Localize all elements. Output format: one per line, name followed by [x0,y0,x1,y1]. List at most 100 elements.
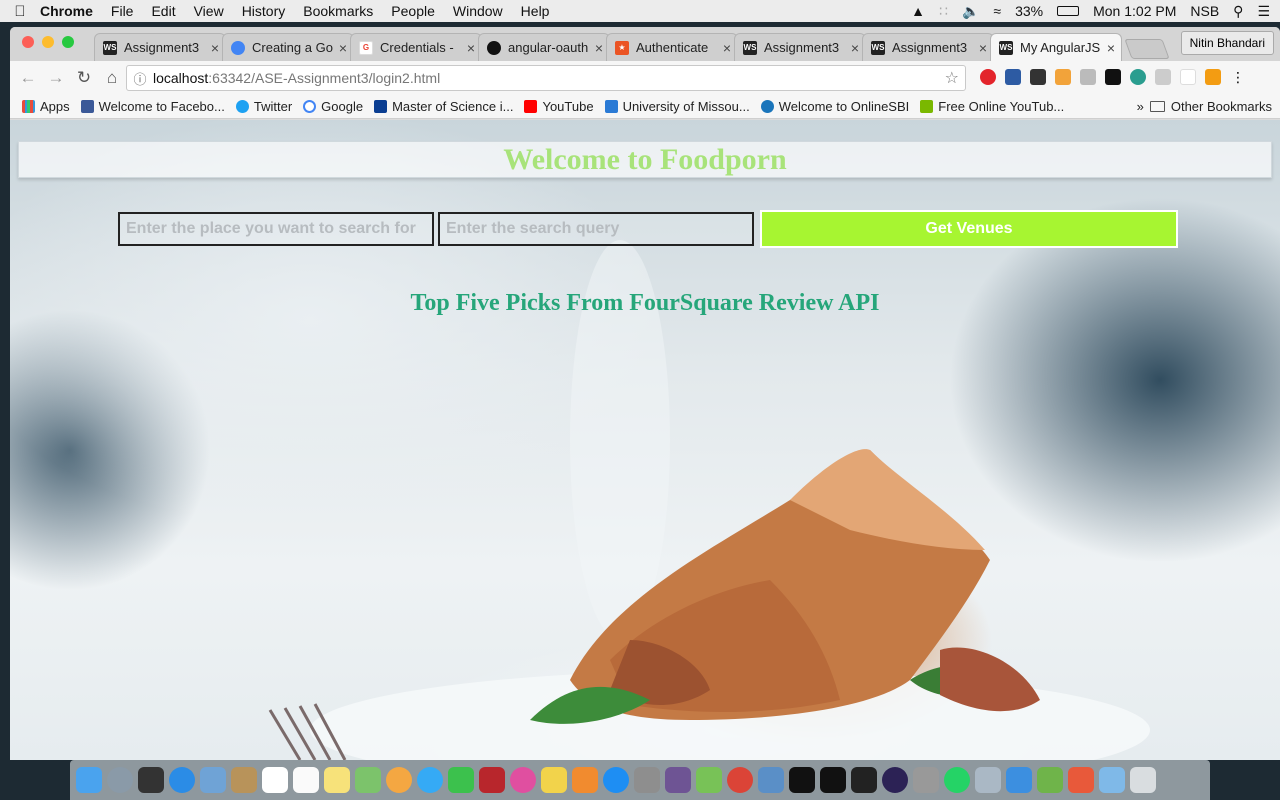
volume-icon[interactable]: 🔈 [962,3,979,20]
menu-help[interactable]: Help [521,3,550,19]
close-tab-icon[interactable]: × [211,40,219,56]
back-arrow-icon[interactable]: ← [14,68,42,88]
bluetooth-icon[interactable]: ∷ [939,3,948,20]
zotero-extension-icon[interactable] [1005,69,1021,85]
bookmark-master-of-science[interactable]: Master of Science i... [374,99,513,114]
home-icon[interactable]: ⌂ [98,68,126,88]
bookmark-star-icon[interactable]: ☆ [945,68,959,88]
other-bookmarks[interactable]: » Other Bookmarks [1137,99,1272,114]
webstorm-dock-icon[interactable] [820,767,846,793]
menu-file[interactable]: File [111,3,134,19]
menu-window[interactable]: Window [453,3,503,19]
wifi-icon[interactable]: ≈ [993,3,1001,19]
bookmark-twitter[interactable]: Twitter [235,99,292,114]
terminal-icon[interactable] [851,767,877,793]
menu-history[interactable]: History [242,3,286,19]
tab-active[interactable]: WS My AngularJS × [990,33,1122,61]
facetime-icon[interactable] [448,767,474,793]
ebay-extension-icon[interactable] [1180,69,1196,85]
place-search-input[interactable] [118,212,434,246]
bookmark-google[interactable]: Google [303,99,363,114]
archive-icon[interactable] [1037,767,1063,793]
get-venues-button[interactable]: Get Venues [760,210,1178,248]
stickies-icon[interactable] [541,767,567,793]
close-tab-icon[interactable]: × [979,40,987,56]
d-extension-icon[interactable] [1030,69,1046,85]
system-preferences-icon[interactable] [634,767,660,793]
close-tab-icon[interactable]: × [1107,40,1115,56]
photo-booth-icon[interactable] [479,767,505,793]
tab[interactable]: angular-oauth × [478,33,610,61]
badge-extension-icon[interactable] [1105,69,1121,85]
paint-icon[interactable] [1068,767,1094,793]
intellij-icon[interactable] [789,767,815,793]
bookmark-youtube[interactable]: YouTube [524,99,594,114]
preview-icon[interactable] [200,767,226,793]
close-tab-icon[interactable]: × [467,40,475,56]
close-tab-icon[interactable]: × [851,40,859,56]
spotlight-search-icon[interactable]: ⚲ [1233,3,1243,20]
downloads-folder-icon[interactable] [1099,767,1125,793]
chevron-right-icon[interactable]: » [1137,99,1144,114]
minimize-window-button[interactable] [42,36,54,48]
zoom-window-button[interactable] [62,36,74,48]
eclipse-icon[interactable] [882,767,908,793]
opera-extension-icon[interactable] [980,69,996,85]
image-capture-icon[interactable] [975,767,1001,793]
photos-icon[interactable] [386,767,412,793]
tab[interactable]: WS Assignment3 × [862,33,994,61]
address-bar[interactable]: ⓘ localhost:63342/ASE-Assignment3/login2… [126,65,966,91]
tab[interactable]: WS Assignment3 × [734,33,866,61]
orange-extension-icon[interactable] [1205,69,1221,85]
search-extension-icon[interactable] [1130,69,1146,85]
app-store-icon[interactable] [603,767,629,793]
forward-arrow-icon[interactable]: → [42,68,70,88]
menu-dots-icon[interactable]: ⋮ [1230,69,1246,85]
tab[interactable]: ★ Authenticate × [606,33,738,61]
user-name[interactable]: NSB [1190,3,1219,19]
notes-icon[interactable] [324,767,350,793]
menu-app-name[interactable]: Chrome [40,3,93,19]
xcode-icon[interactable] [1006,767,1032,793]
chrome-icon[interactable] [727,767,753,793]
tab[interactable]: WS Assignment3 × [94,33,226,61]
github-desktop-icon[interactable] [665,767,691,793]
finder-icon[interactable] [76,767,102,793]
triangle-extension-icon[interactable] [1155,69,1171,85]
virtualbox-icon[interactable] [758,767,784,793]
reload-icon[interactable]: ↻ [70,68,98,88]
launchpad-icon[interactable] [107,767,133,793]
ibooks-icon[interactable] [572,767,598,793]
apple-menu-icon[interactable]:  [0,3,40,20]
reminders-icon[interactable] [293,767,319,793]
tab[interactable]: G Credentials - × [350,33,482,61]
clock[interactable]: Mon 1:02 PM [1093,3,1176,19]
mission-control-icon[interactable] [138,767,164,793]
profile-button[interactable]: Nitin Bhandari [1180,31,1274,55]
safari-icon[interactable] [169,767,195,793]
whatsapp-icon[interactable] [944,767,970,793]
drive-icon[interactable]: ▲ [911,3,925,19]
close-tab-icon[interactable]: × [339,40,347,56]
bookmark-university[interactable]: University of Missou... [604,99,750,114]
bookmark-facebook[interactable]: Welcome to Facebo... [80,99,225,114]
bookmark-onlinesbi[interactable]: Welcome to OnlineSBI [760,99,909,114]
bookmark-apps[interactable]: Apps [22,99,70,114]
bookmark-youtube-downloader[interactable]: Free Online YouTub... [920,99,1064,114]
info-icon[interactable]: ⓘ [127,69,153,88]
notification-center-icon[interactable]: ☰ [1257,3,1270,20]
new-tab-button[interactable] [1124,39,1170,59]
tab[interactable]: Creating a Go × [222,33,354,61]
query-search-input[interactable] [438,212,754,246]
menu-people[interactable]: People [391,3,435,19]
menu-edit[interactable]: Edit [151,3,175,19]
calendar-icon[interactable] [262,767,288,793]
calendar-extension-icon[interactable] [1055,69,1071,85]
battery-percent[interactable]: 33% [1015,3,1043,19]
itunes-icon[interactable] [510,767,536,793]
battery-icon[interactable] [1057,6,1080,16]
pen-tool-icon[interactable] [913,767,939,793]
messages-icon[interactable] [417,767,443,793]
maps-icon[interactable] [355,767,381,793]
menu-bookmarks[interactable]: Bookmarks [303,3,373,19]
